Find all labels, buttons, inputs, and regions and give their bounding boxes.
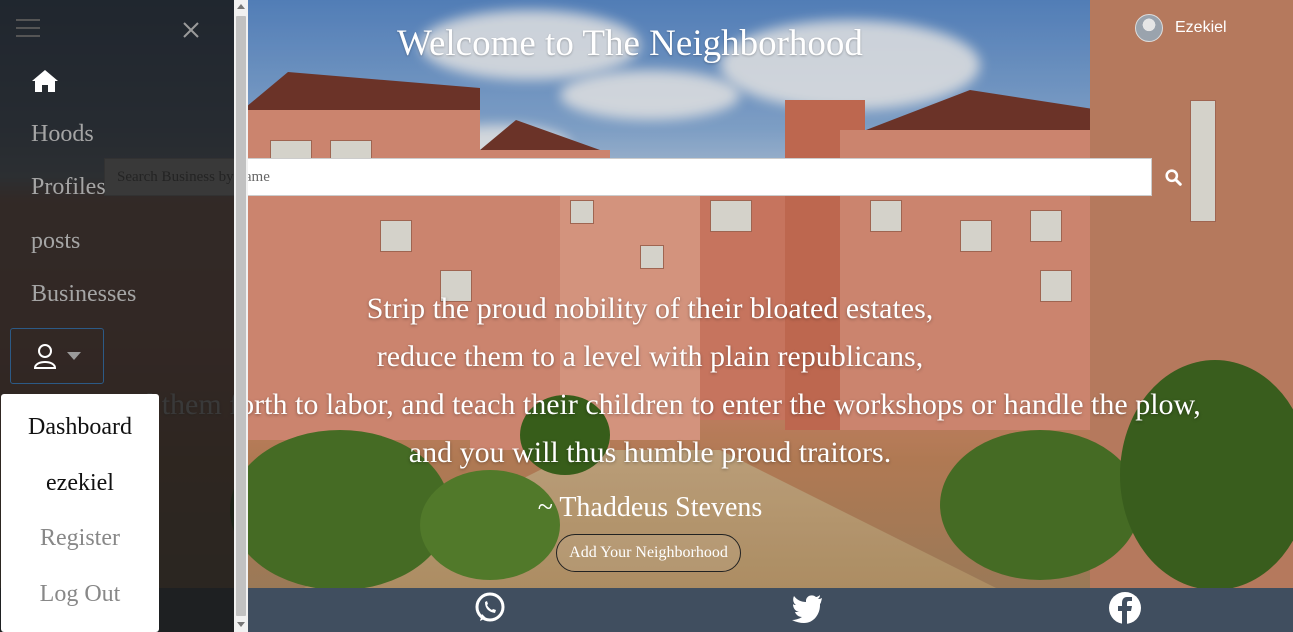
sidebar-item-hoods[interactable]: Hoods <box>31 121 94 148</box>
search-button[interactable] <box>1152 158 1194 196</box>
scroll-thumb[interactable] <box>236 16 246 616</box>
user-name[interactable]: Ezekiel <box>1175 19 1227 37</box>
user-dropdown-menu: Dashboard ezekiel Register Log Out <box>1 394 159 632</box>
user-icon <box>33 344 57 369</box>
dropdown-item-dashboard[interactable]: Dashboard <box>1 414 159 441</box>
sidebar-item-profiles[interactable]: Profiles <box>31 174 106 201</box>
avatar[interactable] <box>1135 14 1163 42</box>
close-icon[interactable] <box>181 20 201 40</box>
sidebar-item-businesses[interactable]: Businesses <box>31 281 136 308</box>
page-title: Welcome to The Neighborhood <box>397 23 863 64</box>
sidebar-item-posts[interactable]: posts <box>31 228 80 255</box>
facebook-icon[interactable] <box>1108 591 1142 625</box>
dropdown-item-register[interactable]: Register <box>1 525 159 552</box>
dropdown-item-username[interactable]: ezekiel <box>1 470 159 497</box>
scroll-down-arrow[interactable] <box>237 622 245 627</box>
search-input[interactable] <box>104 158 1152 196</box>
caret-down-icon <box>67 352 81 360</box>
sidebar-scrollbar[interactable] <box>234 0 248 632</box>
home-icon[interactable] <box>31 68 59 94</box>
hamburger-icon[interactable] <box>16 19 40 37</box>
dropdown-item-logout[interactable]: Log Out <box>1 581 159 608</box>
scroll-up-arrow[interactable] <box>237 4 245 9</box>
search-icon <box>1164 168 1182 186</box>
search-bar <box>104 158 1194 196</box>
user-menu[interactable]: Ezekiel <box>1135 14 1227 42</box>
whatsapp-icon[interactable] <box>473 591 507 625</box>
user-dropdown-toggle[interactable] <box>10 328 104 384</box>
add-neighborhood-button[interactable]: Add Your Neighborhood <box>556 534 741 572</box>
twitter-icon[interactable] <box>790 591 824 625</box>
